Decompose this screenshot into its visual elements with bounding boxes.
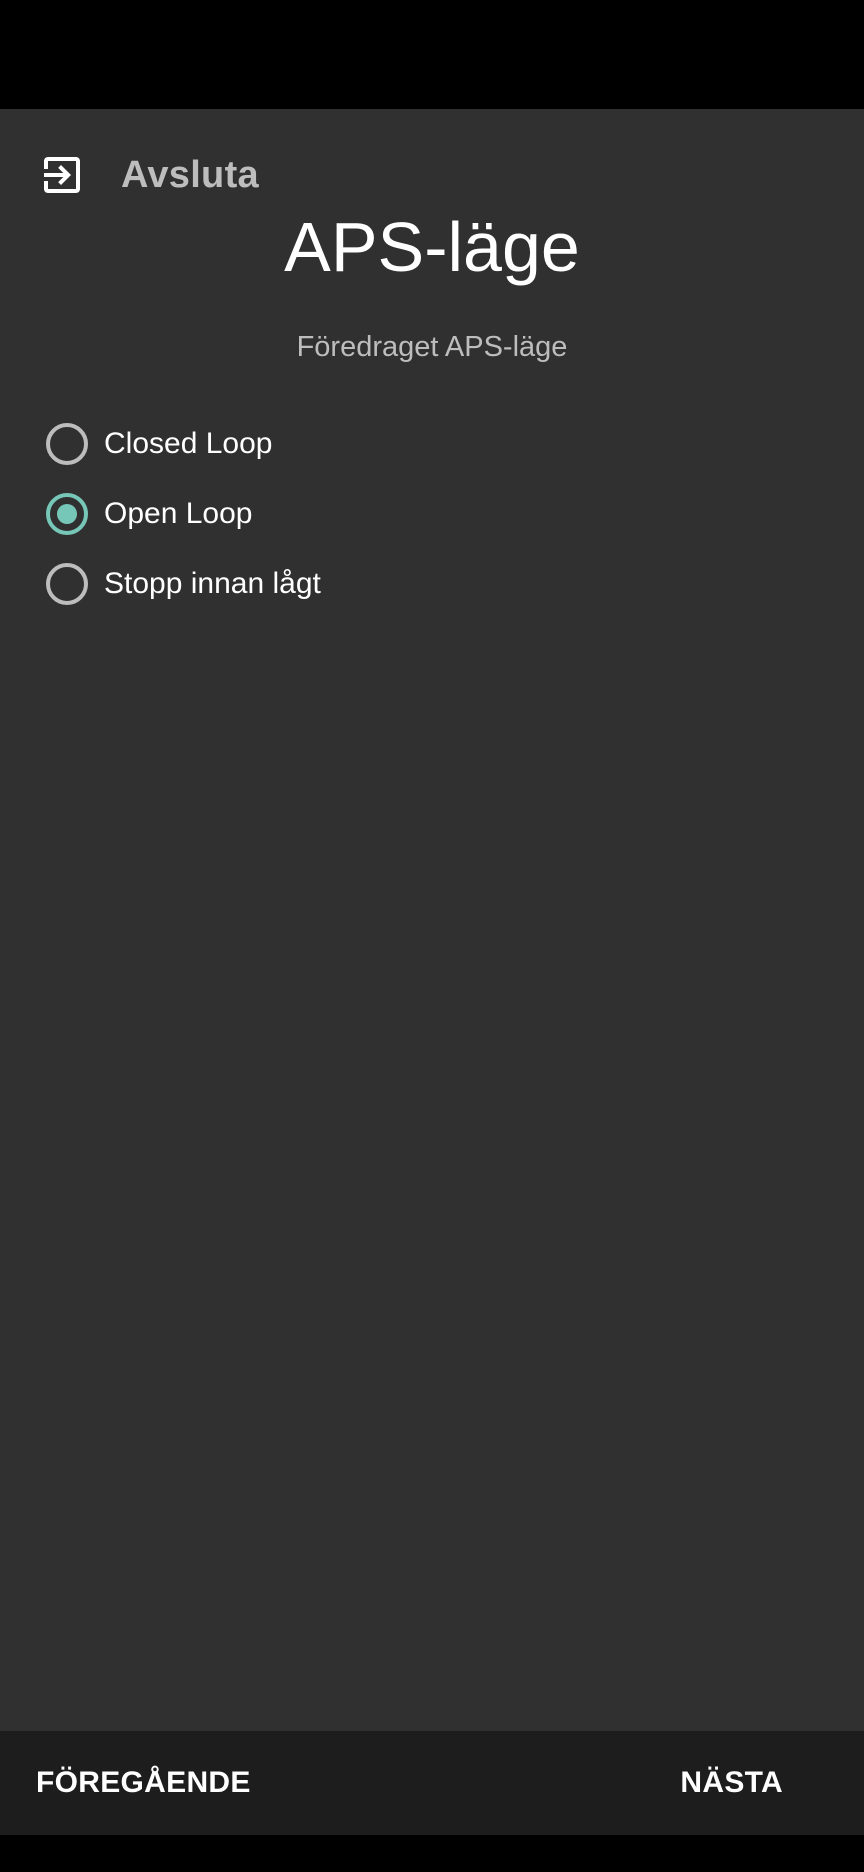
radio-label: Open Loop bbox=[104, 497, 253, 530]
wizard-navigation-bar: FÖREGÅENDE NÄSTA bbox=[0, 1731, 864, 1835]
page-subtitle: Föredraget APS-läge bbox=[296, 331, 568, 363]
radio-checked-dot bbox=[57, 504, 77, 524]
exit-to-app-icon bbox=[44, 157, 80, 193]
radio-label: Stopp innan lågt bbox=[104, 567, 321, 600]
screen: Avsluta APS-läge Föredraget APS-läge Clo… bbox=[0, 0, 864, 1872]
wizard-content: Avsluta APS-läge Föredraget APS-läge Clo… bbox=[0, 109, 864, 1731]
exit-button[interactable]: Avsluta bbox=[38, 147, 259, 203]
system-navigation-bar bbox=[0, 1835, 864, 1872]
radio-button-unchecked[interactable] bbox=[46, 563, 88, 605]
next-button[interactable]: NÄSTA bbox=[680, 1731, 783, 1835]
exit-label: Avsluta bbox=[121, 153, 259, 196]
previous-button[interactable]: FÖREGÅENDE bbox=[36, 1731, 251, 1835]
radio-label: Closed Loop bbox=[104, 427, 273, 460]
radio-button-checked[interactable] bbox=[46, 493, 88, 535]
status-bar bbox=[0, 0, 864, 109]
aps-mode-radio-group: Closed Loop Open Loop Stopp innan lågt bbox=[46, 409, 321, 619]
radio-option-closed-loop[interactable]: Closed Loop bbox=[46, 409, 321, 479]
radio-button-unchecked[interactable] bbox=[46, 423, 88, 465]
page-title: APS-läge bbox=[284, 208, 580, 286]
radio-option-stop-before-low[interactable]: Stopp innan lågt bbox=[46, 549, 321, 619]
radio-option-open-loop[interactable]: Open Loop bbox=[46, 479, 321, 549]
